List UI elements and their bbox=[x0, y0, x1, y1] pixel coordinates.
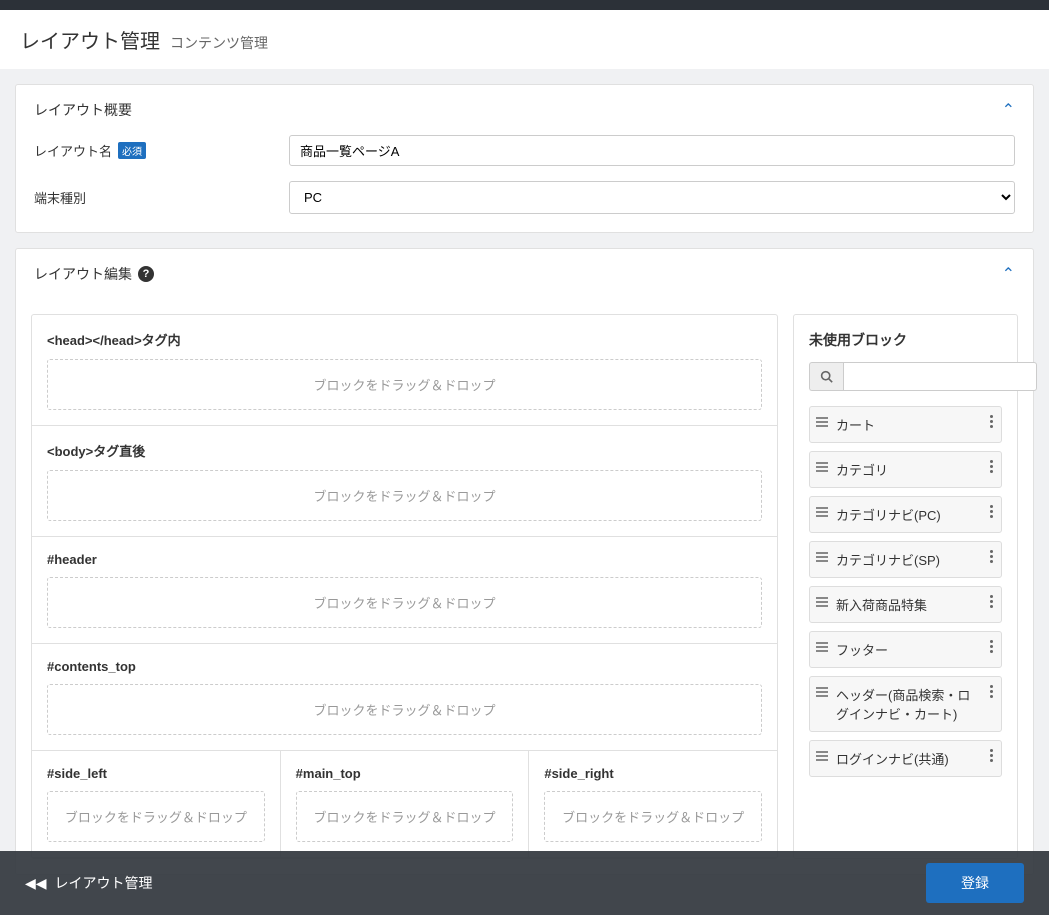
block-item[interactable]: ログインナビ(共通) bbox=[809, 740, 1002, 777]
more-icon[interactable] bbox=[990, 749, 993, 762]
region-side-left: #side_left ブロックをドラッグ＆ドロップ bbox=[32, 751, 281, 857]
submit-button[interactable]: 登録 bbox=[926, 863, 1024, 903]
region-title: #contents_top bbox=[47, 659, 762, 674]
breadcrumb: コンテンツ管理 bbox=[170, 33, 268, 53]
drag-handle-icon[interactable] bbox=[816, 507, 828, 517]
overview-panel-header[interactable]: レイアウト概要 ⌃ bbox=[16, 85, 1033, 135]
drag-handle-icon[interactable] bbox=[816, 642, 828, 652]
region-title: #side_left bbox=[47, 766, 265, 781]
drag-handle-icon[interactable] bbox=[816, 552, 828, 562]
block-item[interactable]: フッター bbox=[809, 631, 1002, 668]
dropzone[interactable]: ブロックをドラッグ＆ドロップ bbox=[47, 470, 762, 521]
layout-main: <head></head>タグ内 ブロックをドラッグ＆ドロップ <body>タグ… bbox=[31, 314, 778, 859]
dropzone[interactable]: ブロックをドラッグ＆ドロップ bbox=[47, 577, 762, 628]
overview-panel: レイアウト概要 ⌃ レイアウト名 必須 端末種別 PC bbox=[15, 84, 1034, 233]
dropzone[interactable]: ブロックをドラッグ＆ドロップ bbox=[47, 684, 762, 735]
page-header: レイアウト管理 コンテンツ管理 bbox=[0, 10, 1049, 69]
chevron-up-icon: ⌃ bbox=[1002, 100, 1015, 120]
region-title: <body>タグ直後 bbox=[47, 441, 762, 460]
overview-panel-title: レイアウト概要 bbox=[34, 100, 132, 120]
page-title: レイアウト管理 bbox=[20, 25, 160, 54]
footer-bar: ◀◀ レイアウト管理 登録 bbox=[0, 851, 1049, 915]
device-type-row: 端末種別 PC bbox=[34, 181, 1015, 214]
block-item-label: 新入荷商品特集 bbox=[836, 595, 995, 614]
editor-panel: レイアウト編集 ? ⌃ <head></head>タグ内 ブロックをドラッグ＆ド… bbox=[15, 248, 1034, 875]
help-icon[interactable]: ? bbox=[138, 266, 154, 282]
region-title: #main_top bbox=[296, 766, 514, 781]
block-item-label: ヘッダー(商品検索・ログインナビ・カート) bbox=[836, 685, 995, 723]
rewind-icon: ◀◀ bbox=[25, 875, 47, 892]
footer-back[interactable]: ◀◀ レイアウト管理 bbox=[25, 873, 153, 893]
dropzone[interactable]: ブロックをドラッグ＆ドロップ bbox=[47, 791, 265, 842]
more-icon[interactable] bbox=[990, 640, 993, 653]
block-item-label: フッター bbox=[836, 640, 995, 659]
drag-handle-icon[interactable] bbox=[816, 417, 828, 427]
required-badge: 必須 bbox=[118, 142, 146, 159]
dropzone[interactable]: ブロックをドラッグ＆ドロップ bbox=[544, 791, 762, 842]
unused-blocks-title: 未使用ブロック bbox=[809, 330, 1002, 350]
top-bar bbox=[0, 0, 1049, 10]
block-item-label: ログインナビ(共通) bbox=[836, 749, 995, 768]
device-type-label: 端末種別 bbox=[34, 188, 86, 207]
block-search-input[interactable] bbox=[843, 362, 1037, 391]
region-title: #side_right bbox=[544, 766, 762, 781]
layout-name-label: レイアウト名 bbox=[34, 141, 112, 160]
block-item[interactable]: カテゴリ bbox=[809, 451, 1002, 488]
block-item-label: カテゴリ bbox=[836, 460, 995, 479]
region-title: #header bbox=[47, 552, 762, 567]
device-type-select[interactable]: PC bbox=[289, 181, 1015, 214]
drag-handle-icon[interactable] bbox=[816, 751, 828, 761]
region-head: <head></head>タグ内 ブロックをドラッグ＆ドロップ bbox=[32, 315, 777, 426]
editor-panel-title: レイアウト編集 bbox=[34, 264, 132, 284]
block-item[interactable]: カテゴリナビ(SP) bbox=[809, 541, 1002, 578]
more-icon[interactable] bbox=[990, 595, 993, 608]
editor-panel-header[interactable]: レイアウト編集 ? ⌃ bbox=[16, 249, 1033, 299]
block-item-label: カート bbox=[836, 415, 995, 434]
block-item[interactable]: カテゴリナビ(PC) bbox=[809, 496, 1002, 533]
more-icon[interactable] bbox=[990, 505, 993, 518]
more-icon[interactable] bbox=[990, 415, 993, 428]
search-icon bbox=[820, 370, 833, 383]
drag-handle-icon[interactable] bbox=[816, 462, 828, 472]
more-icon[interactable] bbox=[990, 460, 993, 473]
drag-handle-icon[interactable] bbox=[816, 687, 828, 697]
layout-name-input[interactable] bbox=[289, 135, 1015, 166]
block-item[interactable]: カート bbox=[809, 406, 1002, 443]
region-main-top: #main_top ブロックをドラッグ＆ドロップ bbox=[281, 751, 530, 857]
region-contents-top: #contents_top ブロックをドラッグ＆ドロップ bbox=[32, 644, 777, 751]
region-body-after: <body>タグ直後 ブロックをドラッグ＆ドロップ bbox=[32, 426, 777, 537]
more-icon[interactable] bbox=[990, 550, 993, 563]
search-button[interactable] bbox=[809, 362, 843, 391]
block-item[interactable]: 新入荷商品特集 bbox=[809, 586, 1002, 623]
block-item[interactable]: ヘッダー(商品検索・ログインナビ・カート) bbox=[809, 676, 1002, 732]
footer-back-label: レイアウト管理 bbox=[55, 873, 153, 893]
region-title: <head></head>タグ内 bbox=[47, 330, 762, 349]
chevron-up-icon: ⌃ bbox=[1002, 264, 1015, 284]
dropzone[interactable]: ブロックをドラッグ＆ドロップ bbox=[47, 359, 762, 410]
block-item-label: カテゴリナビ(PC) bbox=[836, 505, 995, 524]
region-side-right: #side_right ブロックをドラッグ＆ドロップ bbox=[529, 751, 777, 857]
more-icon[interactable] bbox=[990, 685, 993, 698]
block-item-label: カテゴリナビ(SP) bbox=[836, 550, 995, 569]
layout-name-row: レイアウト名 必須 bbox=[34, 135, 1015, 166]
drag-handle-icon[interactable] bbox=[816, 597, 828, 607]
region-header: #header ブロックをドラッグ＆ドロップ bbox=[32, 537, 777, 644]
unused-blocks-panel: 未使用ブロック カートカテゴリカテゴリナビ(PC) カテゴリナビ(SP) 新入荷商品… bbox=[793, 314, 1018, 859]
dropzone[interactable]: ブロックをドラッグ＆ドロップ bbox=[296, 791, 514, 842]
